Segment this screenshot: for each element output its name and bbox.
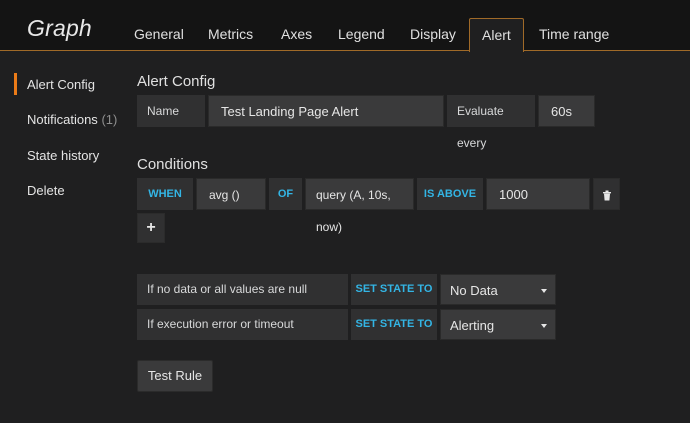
tab-time-range[interactable]: Time range (539, 26, 609, 42)
add-condition-button[interactable]: + (137, 213, 165, 243)
when-keyword[interactable]: WHEN (137, 178, 193, 210)
sidebar-item-alert-config[interactable]: Alert Config (27, 77, 95, 92)
tab-legend[interactable]: Legend (338, 26, 385, 42)
notifications-count: (1) (101, 112, 118, 127)
sidebar-item-label: State history (27, 148, 100, 163)
no-data-state-select[interactable]: No Data (440, 274, 556, 305)
sidebar-item-label: Delete (27, 183, 65, 198)
sidebar-item-delete[interactable]: Delete (27, 183, 65, 198)
sidebar-item-notifications[interactable]: Notifications (1) (27, 112, 117, 127)
evaluate-every-label: Evaluate every (447, 95, 535, 150)
tab-metrics[interactable]: Metrics (208, 26, 253, 42)
tab-general[interactable]: General (134, 26, 184, 42)
panel-type-title: Graph (27, 15, 92, 41)
sidebar-active-indicator (14, 73, 17, 95)
panel-editor-header: Graph General Metrics Axes Legend Displa… (0, 0, 690, 52)
no-data-set-state-keyword: SET STATE TO (351, 274, 437, 305)
alert-name-input[interactable]: Test Landing Page Alert (208, 95, 444, 127)
execution-error-label: If execution error or timeout (137, 309, 348, 340)
reducer-select[interactable]: avg () (196, 178, 266, 210)
test-rule-button[interactable]: Test Rule (137, 360, 213, 392)
sidebar-item-label: Alert Config (27, 77, 95, 92)
sidebar-item-state-history[interactable]: State history (27, 148, 99, 163)
evaluate-every-input[interactable]: 60s (538, 95, 595, 127)
name-label: Name (137, 95, 205, 127)
no-data-state-value: No Data (450, 283, 498, 298)
tab-display[interactable]: Display (410, 26, 456, 42)
no-data-label: If no data or all values are null (137, 274, 348, 305)
of-keyword: OF (269, 178, 302, 210)
sidebar-item-label: Notifications (27, 112, 98, 127)
evaluator-select[interactable]: IS ABOVE (417, 178, 483, 210)
caret-down-icon (541, 324, 547, 328)
query-select[interactable]: query (A, 10s, now) (305, 178, 414, 234)
execution-error-state-value: Alerting (450, 318, 495, 333)
tab-axes[interactable]: Axes (281, 26, 312, 42)
execution-error-set-state-keyword: SET STATE TO (351, 309, 437, 340)
threshold-input[interactable]: 1000 (486, 178, 590, 210)
tab-alert[interactable]: Alert (469, 18, 524, 52)
alert-config-title: Alert Config (137, 73, 216, 90)
delete-condition-button[interactable] (593, 178, 620, 210)
conditions-title: Conditions (137, 156, 208, 173)
caret-down-icon (541, 289, 547, 293)
execution-error-state-select[interactable]: Alerting (440, 309, 556, 340)
trash-icon (602, 190, 611, 201)
